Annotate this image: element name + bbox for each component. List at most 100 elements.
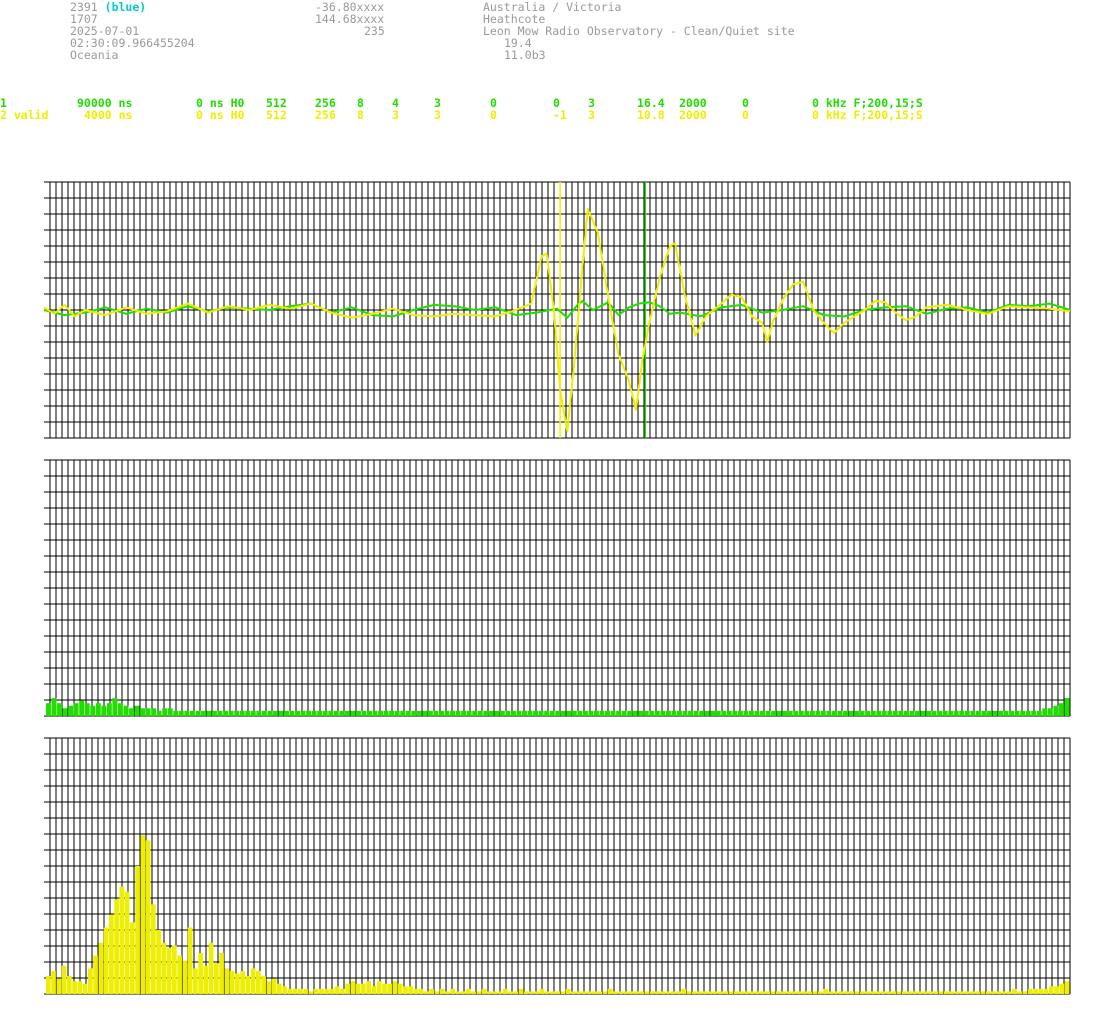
spectrum-bar bbox=[267, 710, 273, 716]
spectrum-bar bbox=[791, 991, 797, 994]
spectrum-bar bbox=[1048, 986, 1054, 994]
spectrum-bar bbox=[1027, 988, 1033, 994]
spectrum-bar bbox=[57, 703, 63, 716]
spectrum-bar bbox=[522, 710, 527, 716]
spectrum-bar bbox=[644, 991, 650, 994]
spectrum-bar bbox=[529, 991, 534, 994]
spectrum-bar bbox=[455, 710, 461, 716]
spectrum-bar bbox=[849, 991, 855, 994]
spectrum-bar bbox=[444, 710, 450, 716]
spectrum-bar bbox=[697, 991, 702, 994]
spectrum-bar bbox=[744, 991, 750, 994]
spectrum-bar bbox=[837, 710, 843, 716]
spectrum-bar bbox=[167, 708, 173, 716]
spectrum-bar bbox=[665, 991, 671, 994]
spectrum-bar bbox=[985, 991, 991, 994]
spectrum-bar bbox=[599, 710, 605, 716]
spectrum-bar bbox=[896, 991, 902, 994]
spectrum-bar bbox=[219, 953, 224, 994]
spectrum-bar bbox=[161, 942, 167, 994]
spectrum-bar bbox=[1022, 991, 1028, 994]
spectrum-bar bbox=[597, 991, 603, 994]
spectrum-bar bbox=[937, 710, 943, 716]
spectrum-bar bbox=[649, 991, 655, 994]
channel-field: 8 bbox=[357, 108, 364, 122]
spectrum-bar bbox=[812, 991, 818, 994]
spectrum-bar bbox=[339, 710, 345, 716]
spectrum-bar bbox=[455, 991, 461, 994]
spectrum-bar bbox=[239, 710, 245, 716]
spectrum-bar bbox=[1001, 991, 1007, 994]
spectrum-bar bbox=[394, 710, 400, 716]
spectrum-bar bbox=[261, 976, 266, 994]
spectrum-bar bbox=[804, 710, 810, 716]
spectrum-bar bbox=[931, 710, 937, 716]
channel-row-1: 1 90000 ns 0 ns H0 512 256 8 4 3 0 0 3 1… bbox=[0, 97, 1095, 109]
spectrum-bar bbox=[831, 710, 837, 716]
spectrum-bar bbox=[367, 710, 372, 716]
spectrum-bar bbox=[991, 991, 996, 994]
spectrum-bar bbox=[798, 710, 804, 716]
spectrum-bar bbox=[461, 710, 467, 716]
spectrum-bar bbox=[308, 991, 314, 994]
spectrum-bar bbox=[198, 953, 203, 994]
spectrum-bar bbox=[200, 710, 206, 716]
spectrum-bar bbox=[282, 986, 287, 994]
spectrum-bar bbox=[172, 945, 177, 994]
spectrum-bar bbox=[538, 710, 544, 716]
spectrum-bar bbox=[638, 710, 644, 716]
spectrum-bar bbox=[424, 991, 429, 994]
spectrum-bar bbox=[691, 991, 697, 994]
spectrum-bar bbox=[881, 710, 887, 716]
spectrum-bar bbox=[909, 710, 915, 716]
spectrum-bar bbox=[964, 991, 970, 994]
spectrum-bar bbox=[681, 988, 687, 994]
spectrum-bar bbox=[843, 710, 848, 716]
spectrum-bar bbox=[284, 710, 289, 716]
spectrum-bar bbox=[212, 710, 217, 716]
value-2: 11.0b3 bbox=[504, 48, 546, 62]
spectrum-bar bbox=[1020, 710, 1026, 716]
spectrum-bar bbox=[516, 710, 522, 716]
spectrum-bar bbox=[240, 970, 245, 994]
spectrum-bar bbox=[1043, 988, 1049, 994]
spectrum-bar bbox=[245, 976, 251, 994]
spectrum-bar bbox=[387, 983, 392, 994]
spectrum-bar bbox=[56, 978, 62, 994]
spectrum-bar bbox=[938, 991, 944, 994]
spectrum-bar bbox=[1009, 710, 1015, 716]
spectrum-bar bbox=[593, 710, 599, 716]
spectrum-bar bbox=[392, 981, 398, 994]
spectrum-bar bbox=[655, 991, 660, 994]
channel-field: 2 valid bbox=[0, 108, 49, 122]
spectrum-bar bbox=[676, 991, 681, 994]
spectrum-bar bbox=[477, 710, 483, 716]
spectrum-bar bbox=[571, 991, 576, 994]
spectrum-bar bbox=[865, 991, 870, 994]
spectrum-bar bbox=[981, 710, 987, 716]
spectrum-bar bbox=[434, 991, 440, 994]
spectrum-bar bbox=[51, 970, 56, 994]
spectrum-bar bbox=[959, 991, 965, 994]
spectrum-bar bbox=[771, 710, 777, 716]
spectrum-bar bbox=[686, 991, 692, 994]
spectrum-bar bbox=[235, 973, 240, 994]
spectrum-bar bbox=[397, 983, 403, 994]
spectrum-bar bbox=[948, 710, 954, 716]
channel-field: 0 bbox=[742, 108, 749, 122]
spectrum-bar bbox=[699, 710, 705, 716]
spectrum-bar bbox=[156, 710, 162, 716]
spectrum-bar bbox=[748, 710, 754, 716]
spectrum-bar bbox=[1042, 708, 1048, 716]
spectrum-bar bbox=[1017, 991, 1023, 994]
spectrum-bar bbox=[880, 991, 886, 994]
spectrum-bar bbox=[660, 991, 666, 994]
spectrum-bar bbox=[959, 710, 965, 716]
series-line bbox=[43, 207, 1071, 433]
spectrum-bar bbox=[103, 927, 109, 994]
spectrum-bar bbox=[135, 866, 140, 994]
spectrum-bar bbox=[250, 968, 256, 994]
spectrum-bar bbox=[234, 710, 240, 716]
spectrum-bar bbox=[739, 991, 744, 994]
spectrum-bar bbox=[472, 710, 478, 716]
